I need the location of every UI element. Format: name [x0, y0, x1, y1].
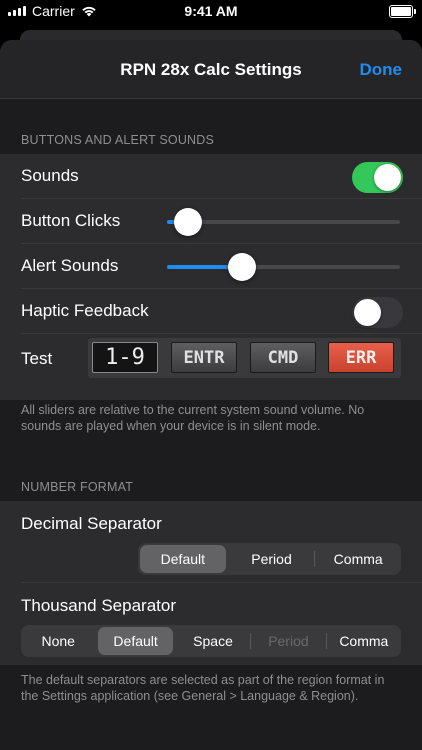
sounds-label: Sounds	[21, 166, 79, 185]
section-header-number-format: NUMBER FORMAT	[21, 480, 134, 494]
slider-thumb[interactable]	[173, 208, 202, 236]
nav-bar: RPN 28x Calc Settings Done	[0, 40, 422, 99]
segment-none[interactable]: None	[21, 625, 95, 657]
status-bar: Carrier 9:41 AM	[0, 0, 422, 24]
test-key-enter[interactable]: ENTR	[171, 342, 237, 373]
segment-comma[interactable]: Comma	[315, 543, 401, 575]
decimal-separator-control[interactable]: Default Period Comma	[138, 543, 401, 575]
haptic-feedback-toggle[interactable]	[352, 297, 403, 328]
row-alert-sounds: Alert Sounds	[0, 244, 422, 289]
thousand-separator-label: Thousand Separator	[21, 596, 176, 615]
section-header-buttons: BUTTONS AND ALERT SOUNDS	[21, 133, 215, 147]
segment-space[interactable]: Space	[176, 625, 250, 657]
row-button-clicks: Button Clicks	[0, 199, 422, 244]
status-time: 9:41 AM	[184, 3, 238, 19]
row-thousand-separator: Thousand Separator None Default Space Perio…	[0, 583, 422, 665]
row-sounds: Sounds	[0, 154, 422, 199]
row-haptic-feedback: Haptic Feedback	[0, 289, 422, 334]
button-clicks-label: Button Clicks	[21, 211, 121, 230]
alert-sounds-label: Alert Sounds	[21, 256, 119, 275]
thousand-separator-control[interactable]: None Default Space Period Comma	[21, 625, 401, 657]
row-decimal-separator: Decimal Separator Default Period Comma	[0, 501, 422, 583]
test-key-cmd[interactable]: CMD	[250, 342, 316, 373]
segment-comma[interactable]: Comma	[327, 625, 401, 657]
test-key-panel: 1-9 ENTR CMD ERR	[88, 338, 401, 378]
done-button[interactable]: Done	[360, 60, 403, 80]
segment-default[interactable]: Default	[98, 627, 173, 655]
sounds-toggle[interactable]	[352, 162, 403, 193]
slider-thumb[interactable]	[227, 253, 256, 281]
battery-icon	[389, 5, 416, 18]
test-key-err[interactable]: ERR	[328, 342, 394, 373]
segment-period[interactable]: Period	[229, 543, 315, 575]
alert-sounds-slider[interactable]	[167, 253, 400, 281]
test-key-digits[interactable]: 1-9	[92, 342, 158, 373]
decimal-separator-label: Decimal Separator	[21, 514, 162, 533]
buttons-section-footer: All sliders are relative to the current …	[21, 403, 365, 433]
buttons-sounds-group: Sounds Button Clicks Alert Sounds Haptic…	[0, 154, 422, 400]
number-format-group: Decimal Separator Default Period Comma Tho…	[0, 501, 422, 665]
haptic-feedback-label: Haptic Feedback	[21, 301, 149, 320]
row-test: Test 1-9 ENTR CMD ERR	[0, 334, 422, 400]
test-label: Test	[21, 349, 53, 368]
number-format-footer: The default separators are selected as p…	[21, 673, 385, 703]
settings-sheet: RPN 28x Calc Settings Done BUTTONS AND A…	[0, 40, 422, 750]
segment-period: Period	[268, 633, 309, 649]
segment-default[interactable]: Default	[140, 545, 226, 573]
button-clicks-slider[interactable]	[167, 208, 400, 236]
